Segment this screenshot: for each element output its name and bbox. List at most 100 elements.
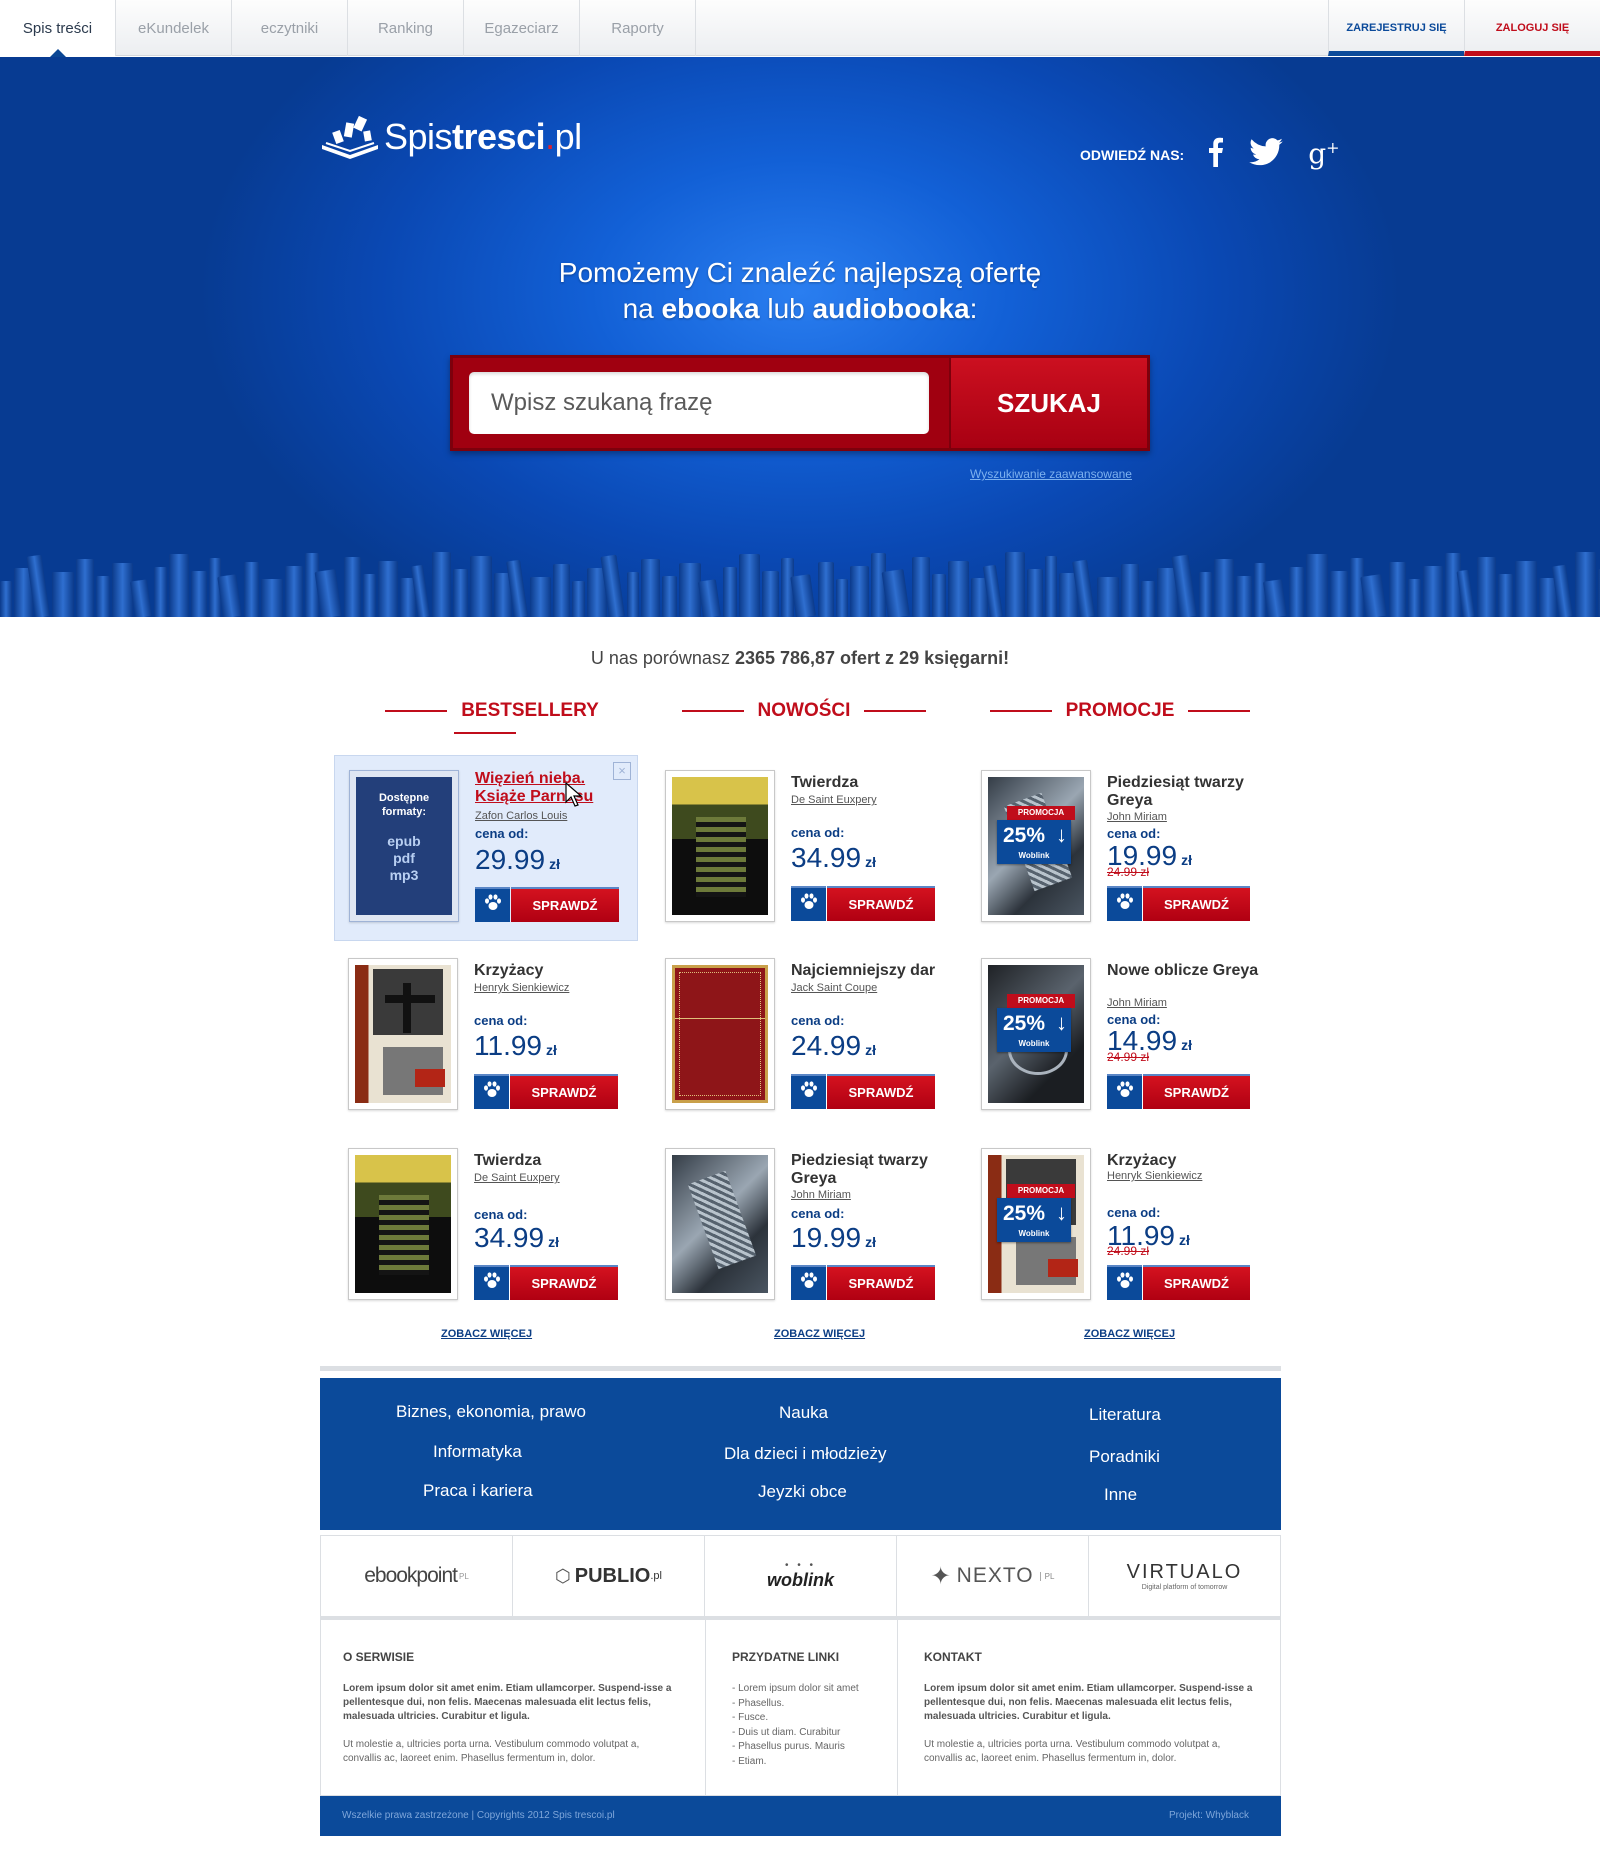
book-card[interactable]: PROMOCJA 25% ↓ Woblink Nowe oblicze Greya …: [967, 944, 1271, 1130]
book-author[interactable]: Zafon Carlos Louis: [475, 810, 567, 822]
check-button[interactable]: SPRAWDŹ: [827, 1074, 935, 1109]
book-title[interactable]: Twierdza: [474, 1152, 634, 1170]
facebook-icon[interactable]: [1206, 137, 1224, 172]
partner-woblink[interactable]: • • • woblink: [705, 1536, 897, 1616]
category-link[interactable]: Nauka: [779, 1403, 828, 1423]
old-price: 24.99 zł: [1107, 865, 1150, 879]
book-card[interactable]: PROMOCJA 25% ↓ Woblink Krzyżacy Henryk Sie…: [967, 1134, 1271, 1320]
login-button[interactable]: ZALOGUJ SIĘ: [1464, 0, 1600, 56]
paw-button[interactable]: [791, 886, 826, 921]
book-title[interactable]: Twierdza: [791, 774, 951, 792]
price-label: cena od:: [1107, 1205, 1161, 1220]
footer-link[interactable]: - Duis ut diam. Curabitur: [732, 1726, 859, 1741]
paw-icon: [799, 892, 819, 917]
check-button[interactable]: SPRAWDŹ: [510, 1074, 618, 1109]
auth-links: ZAREJESTRUJ SIĘ ZALOGUJ SIĘ: [1328, 0, 1600, 56]
close-icon[interactable]: ×: [613, 762, 631, 780]
check-button[interactable]: SPRAWDŹ: [510, 1265, 618, 1300]
partner-virtualo[interactable]: VIRTUALO Digital platform of tomorrow: [1089, 1536, 1280, 1616]
advanced-search-link[interactable]: Wyszukiwanie zaawansowane: [970, 467, 1132, 481]
partner-nexto[interactable]: ✦ NEXTO PL: [897, 1536, 1089, 1616]
see-more-promotions[interactable]: ZOBACZ WIĘCEJ: [1084, 1328, 1175, 1340]
shelf-book: [1027, 569, 1043, 617]
shelf-book: [912, 557, 930, 617]
book-price: 19.99 zł: [791, 1222, 876, 1253]
paw-button[interactable]: [1107, 1265, 1142, 1300]
book-title[interactable]: Nowe oblicze Greya: [1107, 962, 1267, 980]
book-card[interactable]: Krzyżacy Henryk Sienkiewicz cena od: 11.…: [334, 944, 638, 1130]
project-credit[interactable]: Projekt: Whyblack: [1169, 1810, 1249, 1821]
book-author[interactable]: De Saint Euxpery: [791, 794, 877, 806]
tab-egazeciarz[interactable]: Egazeciarz: [464, 0, 580, 56]
categories-panel: Biznes, ekonomia, prawo Informatyka Prac…: [320, 1378, 1281, 1530]
tab-spis-tresci[interactable]: Spis treści: [0, 0, 116, 57]
category-link[interactable]: Inne: [1104, 1485, 1137, 1505]
tab-raporty[interactable]: Raporty: [580, 0, 696, 56]
book-title[interactable]: Piedziesiąt twarzy Greya: [1107, 774, 1267, 810]
check-button[interactable]: SPRAWDŹ: [827, 1265, 935, 1300]
category-link[interactable]: Praca i kariera: [423, 1481, 533, 1501]
book-author[interactable]: Jack Saint Coupe: [791, 982, 877, 994]
register-button[interactable]: ZAREJESTRUJ SIĘ: [1328, 0, 1464, 56]
footer-link[interactable]: - Lorem ipsum dolor sit amet: [732, 1682, 859, 1697]
category-link[interactable]: Biznes, ekonomia, prawo: [396, 1402, 586, 1422]
book-title[interactable]: Więzień nieba. Książe Parnasu: [475, 770, 635, 806]
tab-eczytniki[interactable]: eczytniki: [232, 0, 348, 56]
paw-button[interactable]: [791, 1265, 826, 1300]
partner-publio[interactable]: ⬡ PUBLIO .pl: [513, 1536, 705, 1616]
book-title[interactable]: Najciemniejszy dar: [791, 962, 951, 980]
book-author[interactable]: Henryk Sienkiewicz: [474, 982, 569, 994]
search-button[interactable]: SZUKAJ: [949, 358, 1147, 448]
google-plus-icon[interactable]: g+: [1308, 140, 1339, 168]
see-more-bestsellers[interactable]: ZOBACZ WIĘCEJ: [441, 1328, 532, 1340]
paw-button[interactable]: [1107, 886, 1142, 921]
book-card[interactable]: Twierdza De Saint Euxpery cena od: 34.99…: [334, 1134, 638, 1320]
price-label: cena od:: [791, 1206, 845, 1221]
paw-button[interactable]: [475, 887, 510, 922]
book-author[interactable]: John Miriam: [1107, 811, 1167, 823]
category-link[interactable]: Literatura: [1089, 1405, 1161, 1425]
see-more-new[interactable]: ZOBACZ WIĘCEJ: [774, 1328, 865, 1340]
shelf-book: [1389, 562, 1406, 617]
paw-button[interactable]: [474, 1265, 509, 1300]
footer-link[interactable]: - Phasellus.: [732, 1697, 859, 1712]
shelf-book: [836, 579, 848, 617]
check-button[interactable]: SPRAWDŹ: [1143, 1074, 1250, 1109]
book-title[interactable]: Piedziesiąt twarzy Greya: [791, 1152, 951, 1188]
book-author[interactable]: John Miriam: [791, 1189, 851, 1201]
paw-button[interactable]: [474, 1074, 509, 1109]
logo-books-icon: [322, 115, 378, 159]
tab-ekundelek[interactable]: eKundelek: [116, 0, 232, 56]
check-button[interactable]: SPRAWDŹ: [1143, 886, 1250, 921]
book-card[interactable]: Piedziesiąt twarzy Greya John Miriam cen…: [651, 1134, 955, 1320]
site-logo[interactable]: Spistresci.pl: [320, 115, 582, 159]
partner-ebookpoint[interactable]: ebookpoint PL: [321, 1536, 513, 1616]
book-card[interactable]: Twierdza De Saint Euxpery cena od: 34.99…: [651, 756, 955, 942]
footer-link[interactable]: - Phasellus purus. Mauris: [732, 1740, 859, 1755]
footer-link[interactable]: - Fusce.: [732, 1711, 859, 1726]
book-card[interactable]: Najciemniejszy dar Jack Saint Coupe cena…: [651, 944, 955, 1130]
shelf-book: [1515, 561, 1537, 617]
book-author[interactable]: John Miriam: [1107, 997, 1167, 1009]
check-button[interactable]: SPRAWDŹ: [511, 887, 619, 922]
shelf-book: [154, 567, 167, 617]
category-link[interactable]: Poradniki: [1089, 1447, 1160, 1467]
book-title[interactable]: Krzyżacy: [1107, 1152, 1267, 1170]
book-author[interactable]: Henryk Sienkiewicz: [1107, 1170, 1202, 1182]
book-card[interactable]: PROMOCJA 25% ↓ Woblink Piedziesiąt twarzy …: [967, 756, 1271, 942]
check-button[interactable]: SPRAWDŹ: [827, 886, 935, 921]
about-text-bold: Lorem ipsum dolor sit amet enim. Etiam u…: [343, 1683, 672, 1722]
book-author[interactable]: De Saint Euxpery: [474, 1172, 560, 1184]
search-input[interactable]: [469, 372, 929, 434]
paw-button[interactable]: [791, 1074, 826, 1109]
tab-ranking[interactable]: Ranking: [348, 0, 464, 56]
paw-button[interactable]: [1107, 1074, 1142, 1109]
twitter-icon[interactable]: [1248, 138, 1284, 171]
category-link[interactable]: Informatyka: [433, 1442, 522, 1462]
category-link[interactable]: Dla dzieci i młodzieży: [724, 1444, 887, 1464]
footer-link[interactable]: - Etiam.: [732, 1755, 859, 1770]
category-link[interactable]: Jeyzki obce: [758, 1482, 847, 1502]
check-button[interactable]: SPRAWDŹ: [1143, 1265, 1250, 1300]
book-card[interactable]: Dostępne formaty: epub pdf mp3 Więzień n…: [334, 755, 638, 941]
book-title[interactable]: Krzyżacy: [474, 962, 634, 980]
